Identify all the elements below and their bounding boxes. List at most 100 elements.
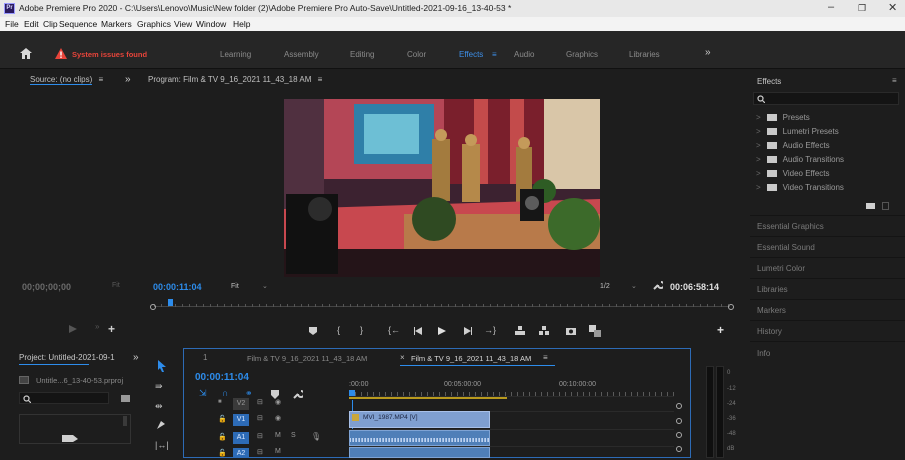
track-target-v1[interactable]: V1 xyxy=(233,414,249,426)
menu-graphics[interactable]: Graphics xyxy=(137,19,171,29)
effects-panel-title[interactable]: Effects xyxy=(757,77,781,86)
project-filter-bin-icon[interactable] xyxy=(121,395,130,402)
source-overflow-controls-icon[interactable]: » xyxy=(95,322,99,331)
workspace-tab-effects[interactable]: Effects xyxy=(459,50,483,59)
play-icon[interactable] xyxy=(437,326,447,336)
lift-icon[interactable] xyxy=(514,326,526,336)
add-marker-icon[interactable] xyxy=(308,326,318,336)
lock-icon[interactable]: 🔓 xyxy=(218,449,227,457)
minimize-button[interactable]: – xyxy=(828,1,834,13)
workspace-tab-graphics[interactable]: Graphics xyxy=(566,50,598,59)
program-timecode[interactable]: 00:00:11:04 xyxy=(153,282,202,292)
effects-search-input[interactable] xyxy=(753,92,899,105)
maximize-button[interactable]: ❐ xyxy=(858,3,866,14)
export-frame-icon[interactable] xyxy=(565,326,577,336)
source-play-icon[interactable] xyxy=(68,324,78,334)
ripple-edit-tool-icon[interactable]: ⇹ xyxy=(155,401,163,411)
effects-item-audio-transitions[interactable]: > Audio Transitions xyxy=(756,155,844,164)
menu-window[interactable]: Window xyxy=(196,19,226,29)
lock-icon[interactable]: 🔓 xyxy=(218,433,227,441)
effects-item-audio-effects[interactable]: > Audio Effects xyxy=(756,141,830,150)
lock-icon[interactable]: 🔓 xyxy=(218,415,227,423)
system-issues-label[interactable]: System issues found xyxy=(72,50,147,59)
settings-wrench-icon[interactable] xyxy=(652,280,663,291)
workspace-tab-audio[interactable]: Audio xyxy=(514,50,534,59)
eye-icon[interactable]: ◉ xyxy=(275,414,281,422)
menu-clip[interactable]: Clip xyxy=(43,19,58,29)
go-to-in-icon[interactable]: {← xyxy=(388,325,400,335)
track-scroll-handle[interactable] xyxy=(676,418,682,424)
mute-button[interactable]: M xyxy=(275,432,281,439)
track-scroll-handle[interactable] xyxy=(676,403,682,409)
home-icon[interactable] xyxy=(20,48,32,59)
workspace-tab-assembly[interactable]: Assembly xyxy=(284,50,319,59)
effects-item-video-transitions[interactable]: > Video Transitions xyxy=(756,183,844,192)
panel-markers[interactable]: Markers xyxy=(757,306,786,315)
program-in-handle[interactable] xyxy=(150,304,156,310)
mute-button[interactable]: M xyxy=(275,448,281,455)
source-add-button[interactable]: + xyxy=(108,322,115,336)
menu-view[interactable]: View xyxy=(174,19,192,29)
sync-lock-icon[interactable]: ⊟ xyxy=(257,448,263,456)
timeline-tab-1[interactable]: Film & TV 9_16_2021 11_43_18 AM xyxy=(247,354,367,363)
source-monitor-header[interactable]: Source: (no clips) ≡ xyxy=(30,75,103,91)
panel-lumetri-color[interactable]: Lumetri Color xyxy=(757,264,805,273)
track-scroll-handle[interactable] xyxy=(676,446,682,452)
program-scrub-bar[interactable] xyxy=(150,299,734,311)
program-resolution-chevron-icon[interactable]: ⌄ xyxy=(631,282,637,290)
step-back-icon[interactable] xyxy=(414,326,424,336)
delete-icon[interactable] xyxy=(882,202,889,210)
video-clip[interactable]: MVI_1987.MP4 [V] xyxy=(349,411,491,428)
effects-item-video-effects[interactable]: > Video Effects xyxy=(756,169,830,178)
lock-icon[interactable]: ■ xyxy=(218,399,222,405)
program-add-button[interactable]: + xyxy=(717,323,724,337)
effects-item-lumetri-presets[interactable]: > Lumetri Presets xyxy=(756,127,839,136)
source-menu-icon[interactable]: ≡ xyxy=(98,75,103,84)
effects-panel-menu-icon[interactable]: ≡ xyxy=(892,76,897,85)
effects-item-presets[interactable]: > Presets xyxy=(756,113,810,122)
menu-sequence[interactable]: Sequence xyxy=(59,19,97,29)
program-playhead[interactable] xyxy=(167,299,173,306)
voiceover-mic-icon[interactable]: 🎙 xyxy=(311,432,321,441)
program-monitor-title[interactable]: Program: Film & TV 9_16_2021 11_43_18 AM xyxy=(148,75,311,84)
track-select-tool-icon[interactable]: ⇛ xyxy=(155,381,163,391)
timeline-tab-menu-icon[interactable]: ≡ xyxy=(543,353,548,362)
warning-icon[interactable] xyxy=(55,48,67,59)
timeline-timecode[interactable]: 00:00:11:04 xyxy=(195,372,249,383)
menu-help[interactable]: Help xyxy=(233,19,250,29)
slip-tool-icon[interactable]: |↔| xyxy=(155,440,169,450)
panel-info[interactable]: Info xyxy=(757,349,770,358)
source-fit-dropdown[interactable]: Fit xyxy=(112,282,120,289)
sync-lock-icon[interactable]: ⊟ xyxy=(257,398,263,406)
timeline-tab-2[interactable]: Film & TV 9_16_2021 11_43_18 AM xyxy=(411,354,531,363)
sync-lock-icon[interactable]: ⊟ xyxy=(257,414,263,422)
sync-lock-icon[interactable]: ⊟ xyxy=(257,432,263,440)
program-monitor-header[interactable]: Program: Film & TV 9_16_2021 11_43_18 AM… xyxy=(148,75,322,91)
go-to-out-icon[interactable]: →} xyxy=(484,325,496,335)
linked-selection-icon[interactable]: ⚭ xyxy=(245,388,253,398)
program-fit-dropdown[interactable]: Fit xyxy=(231,283,239,290)
program-fit-chevron-icon[interactable]: ⌄ xyxy=(262,282,268,290)
timeline-tab-close-icon[interactable]: 1 xyxy=(203,353,207,362)
workspace-tab-menu-icon[interactable]: ≡ xyxy=(492,50,497,59)
timeline-tab-2-close-icon[interactable]: × xyxy=(400,353,405,362)
snap-icon[interactable]: ∩ xyxy=(222,388,228,398)
step-forward-icon[interactable] xyxy=(462,326,472,336)
extract-icon[interactable] xyxy=(538,326,550,336)
menu-file[interactable]: File xyxy=(5,19,19,29)
solo-button[interactable]: S xyxy=(291,432,296,439)
mark-in-icon[interactable]: { xyxy=(337,325,340,335)
program-menu-icon[interactable]: ≡ xyxy=(318,75,323,84)
project-scrollbar[interactable] xyxy=(123,416,127,426)
source-overflow-icon[interactable]: » xyxy=(125,74,131,85)
project-search-input[interactable] xyxy=(19,392,109,404)
project-panel-title[interactable]: Project: Untitled-2021-09-1 xyxy=(19,353,115,362)
workspace-tab-editing[interactable]: Editing xyxy=(350,50,374,59)
razor-tool-icon[interactable] xyxy=(156,420,166,430)
panel-essential-graphics[interactable]: Essential Graphics xyxy=(757,222,824,231)
project-overflow-icon[interactable]: » xyxy=(133,352,139,363)
eye-icon[interactable]: ◉ xyxy=(275,398,281,406)
panel-libraries[interactable]: Libraries xyxy=(757,285,788,294)
timeline-tracks-area[interactable]: MVI_1987.MP4 [V] xyxy=(349,396,674,458)
workspace-tab-learning[interactable]: Learning xyxy=(220,50,251,59)
